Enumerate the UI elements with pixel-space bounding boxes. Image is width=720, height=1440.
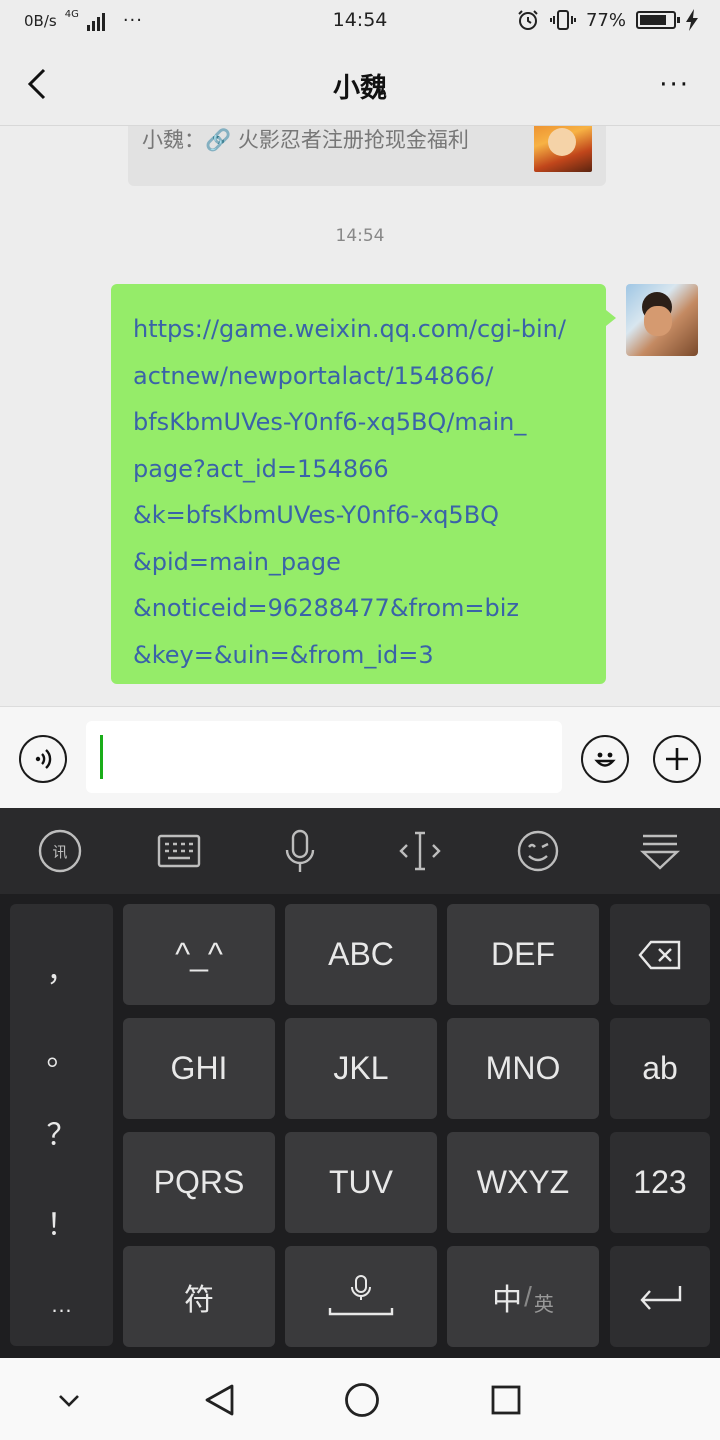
lang-chinese: 中 [492, 1282, 523, 1318]
battery-percent: 77% [585, 9, 626, 31]
message-timestamp: 14:54 [335, 226, 385, 246]
battery-icon [636, 11, 680, 29]
microphone-icon[interactable] [277, 828, 323, 874]
backspace-key[interactable] [610, 904, 710, 1005]
home-circle-icon[interactable] [342, 1380, 382, 1420]
lang-divider: / [524, 1280, 532, 1312]
key-def[interactable]: DEF [447, 904, 599, 1005]
enter-key[interactable] [610, 1246, 710, 1347]
key-mno[interactable]: MNO [447, 1018, 599, 1119]
sent-message-bubble[interactable]: https://game.weixin.qq.com/cgi-bin/ actn… [111, 284, 616, 684]
punct-key[interactable]: ？ [10, 1110, 113, 1154]
plus-icon [666, 748, 688, 770]
message-link-line[interactable]: actnew/newportalact/154866/ [133, 353, 584, 400]
avatar[interactable] [626, 284, 698, 356]
ifly-logo-icon[interactable]: 讯 [37, 828, 83, 874]
card-thumbnail [534, 126, 592, 172]
key-tuv[interactable]: TUV [285, 1132, 437, 1233]
vibrate-icon [549, 10, 576, 30]
more-actions-button[interactable] [653, 735, 701, 783]
space-key[interactable] [285, 1246, 437, 1347]
message-list[interactable]: 小魏：🔗 火影忍者注册抢现金福利 14:54 https://game.weix… [0, 126, 720, 706]
punct-key[interactable]: 。 [10, 1030, 113, 1074]
key-ghi[interactable]: GHI [123, 1018, 275, 1119]
key-pqrs[interactable]: PQRS [123, 1132, 275, 1233]
punctuation-column[interactable]: ， 。 ？ ！ … [10, 904, 113, 1346]
text-caret [100, 735, 103, 779]
alarm-icon [518, 10, 538, 30]
emoji-icon[interactable] [515, 828, 561, 874]
enter-icon [640, 1285, 682, 1310]
chat-header: 小魏 ··· [0, 44, 720, 126]
backspace-icon [638, 940, 681, 969]
chat-title: 小魏 [333, 73, 387, 104]
language-toggle-key[interactable]: 中 / 英 [447, 1246, 599, 1347]
cursor-icon[interactable] [397, 828, 443, 874]
punct-key[interactable]: … [10, 1292, 113, 1318]
key-numbers-mode[interactable]: 123 [610, 1132, 710, 1233]
lang-english: 英 [533, 1292, 554, 1316]
key-jkl[interactable]: JKL [285, 1018, 437, 1119]
status-bar: 0B/s 4G ··· 14:54 77% [0, 0, 720, 44]
punct-key[interactable]: ！ [10, 1200, 113, 1244]
system-nav-bar [0, 1358, 720, 1440]
input-bar [0, 706, 720, 808]
message-link-line[interactable]: &noticeid=96288477&from=biz [133, 585, 584, 632]
recents-square-icon[interactable] [486, 1380, 526, 1420]
smiley-icon [594, 752, 616, 767]
message-link-line[interactable]: &key=&uin=&from_id=3 [133, 632, 584, 679]
emoji-button[interactable] [581, 735, 629, 783]
message-input[interactable] [86, 721, 562, 793]
message-link-line[interactable]: bfsKbmUVes-Y0nf6-xq5BQ/main_ [133, 399, 584, 446]
back-triangle-icon[interactable] [200, 1380, 240, 1420]
key-emoticon[interactable]: ^_^ [123, 904, 275, 1005]
key-wxyz[interactable]: WXYZ [447, 1132, 599, 1233]
space-mic-icon [328, 1274, 394, 1315]
message-link-line[interactable]: https://game.weixin.qq.com/cgi-bin/ [133, 306, 584, 353]
punct-key[interactable]: ， [10, 946, 113, 990]
card-text: 小魏：🔗 火影忍者注册抢现金福利 [142, 128, 469, 152]
message-link-line[interactable]: &k=bfsKbmUVes-Y0nf6-xq5BQ [133, 492, 584, 539]
key-symbols[interactable]: 符 [123, 1246, 275, 1347]
key-letters-mode[interactable]: ab [610, 1018, 710, 1119]
charging-icon [686, 9, 698, 31]
message-link-line[interactable]: &pid=main_page [133, 539, 584, 586]
message-link-line[interactable]: page?act_id=154866 [133, 446, 584, 493]
link-card-message[interactable]: 小魏：🔗 火影忍者注册抢现金福利 [128, 126, 606, 186]
voice-button[interactable] [19, 735, 67, 783]
keyboard-toolbar: 讯 [0, 808, 720, 894]
chevron-down-icon[interactable] [49, 1380, 89, 1420]
key-abc[interactable]: ABC [285, 904, 437, 1005]
svg-text:讯: 讯 [52, 843, 67, 861]
collapse-keyboard-icon[interactable] [637, 828, 683, 874]
keyboard: ， 。 ？ ！ … ^_^ ABC DEF GHI JKL MNO ab PQR… [0, 894, 720, 1358]
keyboard-icon[interactable] [156, 828, 202, 874]
more-button[interactable]: ··· [659, 70, 690, 100]
voice-icon [35, 749, 52, 769]
